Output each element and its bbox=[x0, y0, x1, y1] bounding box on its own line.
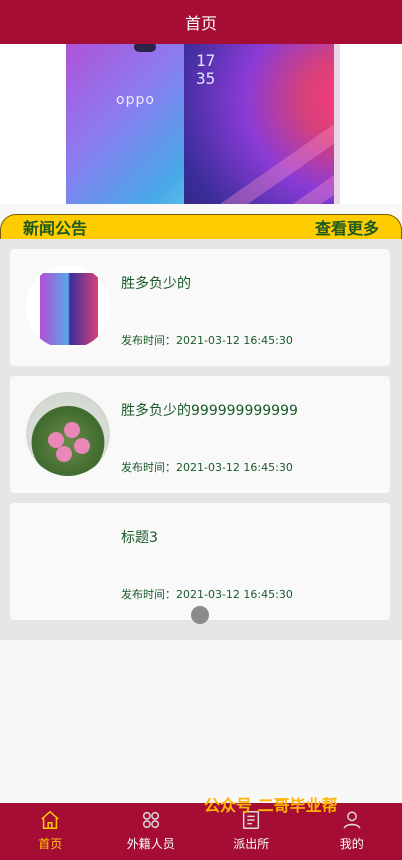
camera-icon bbox=[134, 44, 156, 52]
news-title: 胜多负少的 bbox=[121, 276, 191, 292]
news-thumbnail bbox=[26, 265, 110, 349]
news-title: 胜多负少的999999999999 bbox=[121, 403, 298, 419]
news-section-header: 新闻公告 查看更多 bbox=[0, 214, 402, 239]
news-item[interactable]: 标题3 发布时间：2021-03-12 16:45:30 bbox=[10, 503, 390, 620]
watermark: 公众号 二哥毕业帮 bbox=[204, 796, 338, 815]
news-time: 发布时间：2021-03-12 16:45:30 bbox=[121, 334, 293, 347]
news-item[interactable]: 胜多负少的999999999999 发布时间：2021-03-12 16:45:… bbox=[10, 376, 390, 493]
news-section-title: 新闻公告 bbox=[23, 219, 88, 238]
phone-clock: 17 35 bbox=[196, 51, 216, 88]
tab-label: 首页 bbox=[38, 837, 63, 851]
news-thumbnail bbox=[26, 392, 110, 476]
news-time: 发布时间：2021-03-12 16:45:30 bbox=[121, 461, 293, 474]
tab-label: 外籍人员 bbox=[126, 837, 175, 851]
tab-foreigners[interactable]: 外籍人员 bbox=[101, 803, 202, 860]
banner-phone-front: 17 35 bbox=[184, 44, 336, 204]
banner-edge bbox=[334, 44, 340, 204]
app-header: 首页 bbox=[0, 0, 402, 44]
tab-label: 派出所 bbox=[233, 837, 270, 851]
page-title: 首页 bbox=[184, 14, 217, 33]
scroll-indicator[interactable] bbox=[191, 606, 209, 624]
tab-home[interactable]: 首页 bbox=[0, 803, 101, 860]
news-time: 发布时间：2021-03-12 16:45:30 bbox=[121, 588, 293, 601]
tab-label: 我的 bbox=[339, 837, 364, 851]
home-icon bbox=[41, 810, 59, 829]
banner-carousel[interactable]: oppo 17 35 bbox=[0, 44, 402, 204]
user-icon bbox=[343, 811, 361, 829]
bottom-tabbar: 首页 外籍人员 派出所 我的 bbox=[0, 803, 402, 860]
phone-brand-logo: oppo bbox=[116, 92, 155, 108]
view-more-link[interactable]: 查看更多 bbox=[315, 215, 379, 239]
news-title: 标题3 bbox=[121, 530, 158, 546]
grid-icon bbox=[142, 811, 159, 829]
banner-phone-back: oppo bbox=[66, 44, 184, 204]
news-item[interactable]: 胜多负少的 发布时间：2021-03-12 16:45:30 bbox=[10, 249, 390, 366]
news-list[interactable]: 胜多负少的 发布时间：2021-03-12 16:45:30 胜多负少的9999… bbox=[0, 239, 402, 640]
